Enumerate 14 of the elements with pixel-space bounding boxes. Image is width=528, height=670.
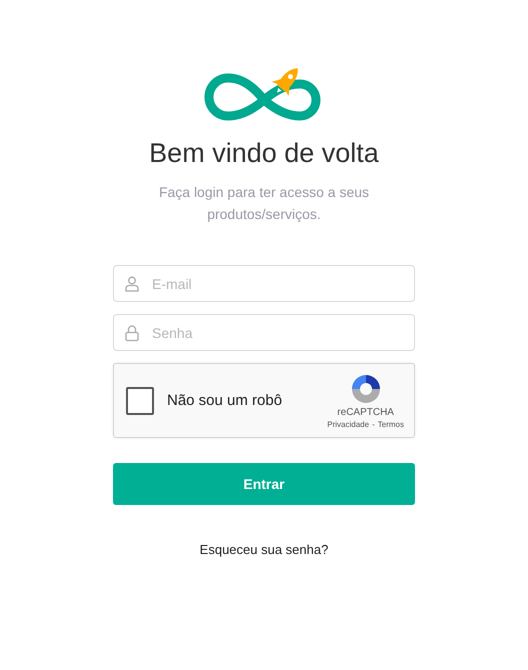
terms-link[interactable]: Termos <box>378 420 404 428</box>
captcha-checkbox[interactable] <box>126 386 154 414</box>
subtitle: Faça login para ter acesso a seus produtos/serviços. <box>158 183 370 224</box>
forgot-password-link[interactable]: Esqueceu sua senha? <box>113 542 415 557</box>
user-icon <box>125 276 139 292</box>
lock-icon <box>125 324 139 341</box>
recaptcha-brand: reCAPTCHA <box>337 406 394 418</box>
page-title: Bem vindo de volta <box>149 138 379 169</box>
recaptcha-logo-icon <box>350 372 382 404</box>
separator: - <box>372 420 375 428</box>
privacy-link[interactable]: Privacidade <box>327 420 370 428</box>
captcha-label: Não sou um robô <box>167 392 284 409</box>
password-field[interactable]: Senha <box>113 314 415 351</box>
email-field[interactable]: E-mail <box>113 265 415 302</box>
